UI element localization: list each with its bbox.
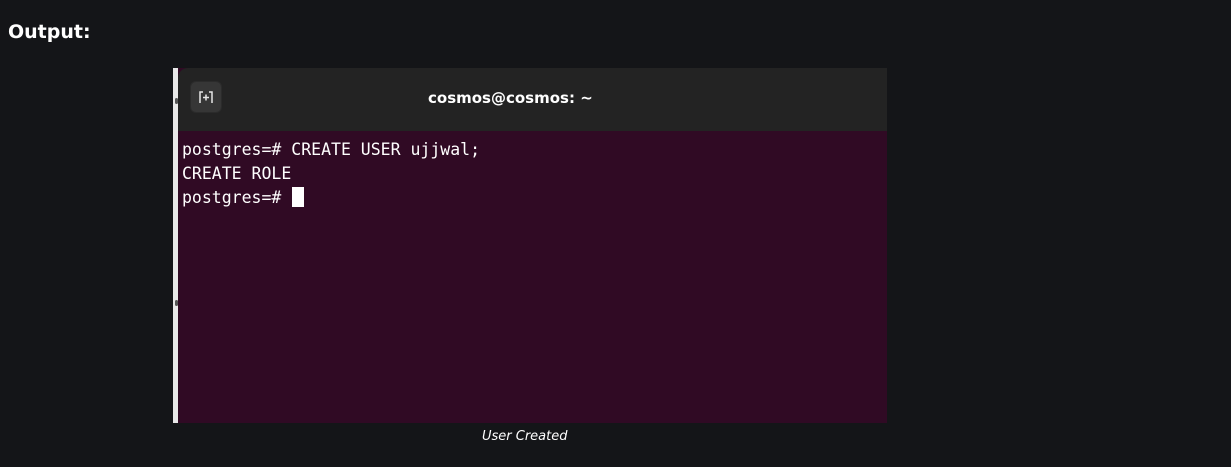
text-cursor <box>292 187 305 207</box>
output-heading: Output: <box>8 21 91 43</box>
window-title: cosmos@cosmos: ~ <box>428 89 593 107</box>
terminal-line: CREATE ROLE <box>182 164 292 183</box>
terminal-titlebar: cosmos@cosmos: ~ <box>178 68 887 131</box>
figure-caption: User Created <box>482 429 568 444</box>
prompt-text: postgres=# <box>182 188 292 207</box>
terminal-screenshot: cosmos@cosmos: ~ postgres=# CREATE USER … <box>173 68 887 423</box>
edge-mark <box>175 300 178 306</box>
terminal-line: postgres=# CREATE USER ujjwal; <box>182 140 481 159</box>
terminal-output[interactable]: postgres=# CREATE USER ujjwal; CREATE RO… <box>182 138 887 210</box>
terminal-prompt-line: postgres=# <box>182 186 887 210</box>
